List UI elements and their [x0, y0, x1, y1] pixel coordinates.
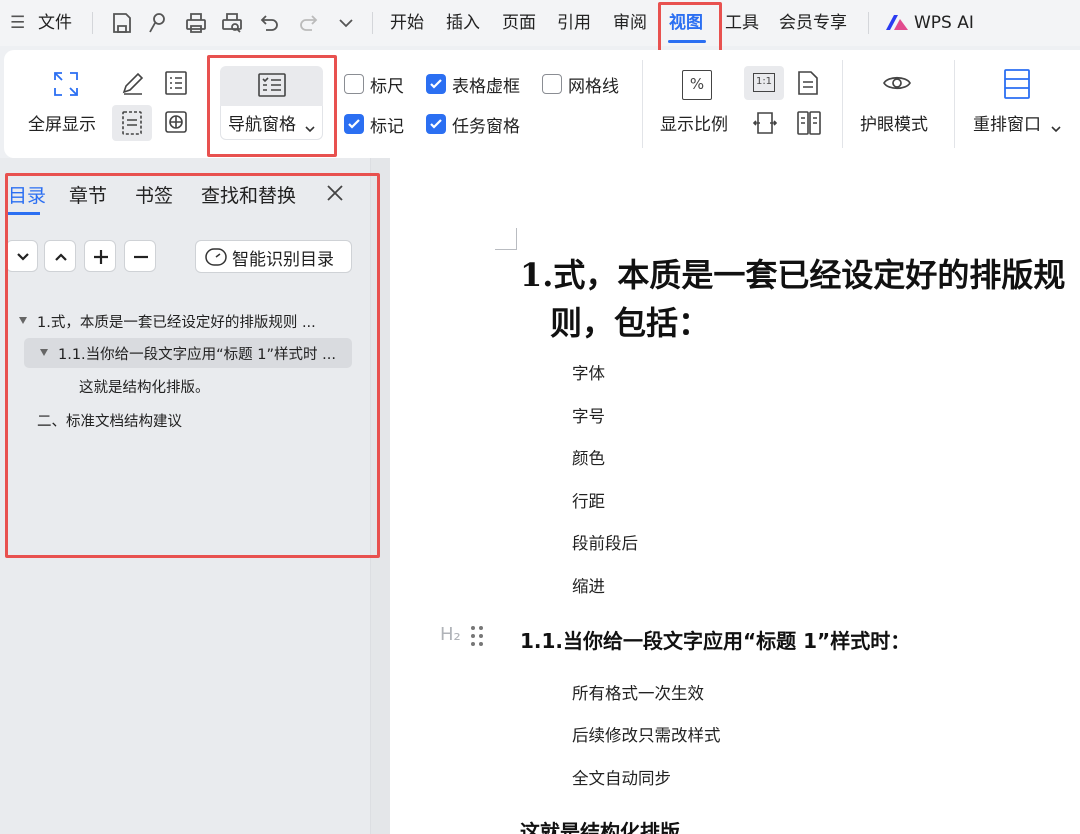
zoom-icon[interactable]: %: [682, 70, 712, 100]
ribbon: [4, 50, 1080, 158]
edit-pen-icon[interactable]: [120, 70, 146, 100]
tab-membership[interactable]: 会员专享: [779, 10, 847, 36]
print-preview-icon[interactable]: [220, 11, 244, 35]
doc-list-item[interactable]: 缩进: [572, 573, 605, 597]
doc-list-item[interactable]: 段前段后: [572, 530, 638, 554]
page-corner-mark: [495, 228, 517, 250]
single-page-icon[interactable]: [796, 70, 820, 100]
doc-list-item[interactable]: 后续修改只需改样式: [572, 722, 721, 746]
ruler-checkbox[interactable]: [344, 74, 364, 94]
wps-ai-button[interactable]: WPS AI: [914, 10, 974, 36]
tab-tools[interactable]: 工具: [725, 10, 759, 36]
fullscreen-label[interactable]: 全屏显示: [28, 110, 96, 135]
arrange-windows-icon[interactable]: [1003, 68, 1031, 104]
eye-mode-label[interactable]: 护眼模式: [860, 110, 928, 135]
table-gridlines-label[interactable]: 表格虚框: [452, 72, 520, 97]
table-gridlines-checkbox[interactable]: [426, 74, 446, 94]
eye-icon[interactable]: [882, 72, 912, 98]
menu-separator: [92, 12, 93, 34]
tab-page[interactable]: 页面: [502, 10, 536, 36]
arrange-windows-label[interactable]: 重排窗口: [973, 110, 1041, 135]
undo-icon[interactable]: [258, 11, 282, 35]
doc-list-item[interactable]: 颜色: [572, 445, 605, 469]
doc-list-item[interactable]: 所有格式一次生效: [572, 680, 704, 704]
ruler-label[interactable]: 标尺: [370, 72, 404, 97]
file-menu[interactable]: 文件: [38, 10, 72, 36]
doc-heading-3[interactable]: 这就是结构化排版: [520, 816, 680, 834]
chevron-down-icon[interactable]: [334, 11, 358, 35]
ribbon-separator: [954, 60, 955, 148]
doc-heading-1-line1[interactable]: 1.式，本质是一套已经设定好的排版规: [520, 250, 1065, 296]
wps-ai-logo-icon: [884, 12, 910, 36]
outline-icon[interactable]: [164, 70, 188, 100]
marks-label[interactable]: 标记: [370, 112, 404, 137]
task-pane-checkbox[interactable]: [426, 114, 446, 134]
marks-checkbox[interactable]: [344, 114, 364, 134]
drag-handle-icon[interactable]: [470, 625, 484, 651]
menu-separator: [868, 12, 869, 34]
page-width-icon[interactable]: [752, 110, 778, 140]
tab-view-highlight: [658, 2, 722, 54]
gridlines-label[interactable]: 网格线: [568, 72, 619, 97]
nav-pane-highlight: [207, 55, 337, 157]
doc-list-item[interactable]: 字体: [572, 360, 605, 384]
tab-references[interactable]: 引用: [557, 10, 591, 36]
menu-bar: ☰ 文件 开始 插入 页面 引用 审阅 视图 工具 会员专享 WPS AI: [0, 0, 1080, 46]
gridlines-checkbox[interactable]: [542, 74, 562, 94]
doc-heading-1-line2[interactable]: 则，包括：: [550, 298, 710, 344]
one-to-one-icon[interactable]: 1:1: [744, 66, 784, 100]
doc-list-item[interactable]: 行距: [572, 488, 605, 512]
fullscreen-icon[interactable]: [52, 70, 80, 102]
export-icon[interactable]: [146, 11, 170, 35]
document-canvas[interactable]: 1.式，本质是一套已经设定好的排版规 则，包括： 字体 字号 颜色 行距 段前段…: [390, 158, 1080, 834]
heading-level-marker: H₂: [440, 624, 461, 645]
multi-page-icon[interactable]: [796, 110, 822, 140]
tab-review[interactable]: 审阅: [613, 10, 647, 36]
page-view-icon[interactable]: [112, 105, 152, 141]
tab-home[interactable]: 开始: [390, 10, 424, 36]
redo-icon[interactable]: [296, 11, 320, 35]
menu-glyph-icon[interactable]: ☰: [10, 10, 25, 36]
doc-heading-2[interactable]: 1.1.当你给一段文字应用“标题 1”样式时：: [520, 625, 910, 654]
ribbon-separator: [642, 60, 643, 148]
zoom-label[interactable]: 显示比例: [660, 110, 728, 135]
one-to-one-text: 1:1: [753, 73, 775, 92]
task-pane-label[interactable]: 任务窗格: [452, 112, 520, 137]
save-icon[interactable]: [110, 11, 134, 35]
ribbon-separator: [842, 60, 843, 148]
doc-list-item[interactable]: 全文自动同步: [572, 765, 671, 789]
nav-pane-highlight-box: [5, 173, 380, 558]
tab-insert[interactable]: 插入: [446, 10, 480, 36]
chevron-down-icon[interactable]: [1051, 118, 1061, 137]
web-view-icon[interactable]: [164, 110, 188, 138]
menu-separator: [372, 12, 373, 34]
print-icon[interactable]: [184, 11, 208, 35]
doc-list-item[interactable]: 字号: [572, 403, 605, 427]
